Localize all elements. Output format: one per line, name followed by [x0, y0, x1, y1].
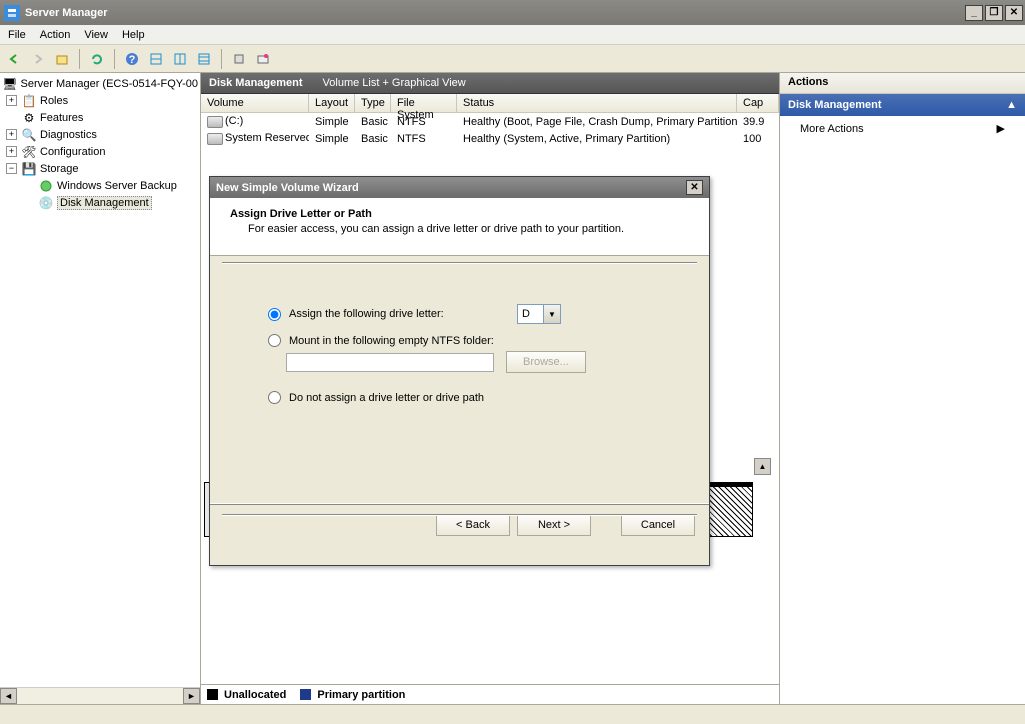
collapse-icon: ▲ — [1006, 99, 1017, 111]
option-assign-letter[interactable]: Assign the following drive letter: D ▼ — [268, 304, 669, 324]
actions-section[interactable]: Disk Management ▲ — [780, 94, 1025, 116]
volume-table-header: Volume Layout Type File System Status Ca… — [201, 94, 779, 113]
menu-help[interactable]: Help — [122, 29, 145, 41]
tree-pane: 🖥 Server Manager (ECS-0514-FQY-00 + 📋 Ro… — [0, 73, 201, 704]
next-button[interactable]: Next > — [517, 514, 591, 536]
mount-folder-input — [286, 353, 494, 372]
tree-roles[interactable]: + 📋 Roles — [2, 92, 198, 109]
wizard-header: Assign Drive Letter or Path For easier a… — [210, 198, 709, 256]
volume-row[interactable]: System Reserved Simple Basic NTFS Health… — [201, 130, 779, 147]
wizard-body: Assign the following drive letter: D ▼ M… — [210, 256, 709, 504]
menu-view[interactable]: View — [84, 29, 108, 41]
legend-primary: Primary partition — [317, 689, 405, 701]
disk-icon: 💿 — [38, 195, 54, 211]
actions-header: Actions — [780, 73, 1025, 94]
col-type[interactable]: Type — [355, 94, 391, 112]
legend: Unallocated Primary partition — [201, 684, 779, 704]
more-actions[interactable]: More Actions ▶ — [780, 116, 1025, 141]
view2-button[interactable] — [170, 49, 190, 69]
tree-diagnostics[interactable]: + 🔍 Diagnostics — [2, 126, 198, 143]
statusbar — [0, 704, 1025, 724]
settings-button[interactable] — [229, 49, 249, 69]
backup-icon — [38, 178, 54, 194]
wizard-footer: < Back Next > Cancel — [210, 504, 709, 544]
tree-features[interactable]: + ⚙ Features — [2, 109, 198, 126]
window-titlebar: Server Manager _ ❐ ✕ — [0, 0, 1025, 25]
tree-disk-management[interactable]: 💿 Disk Management — [2, 194, 198, 211]
forward-button[interactable] — [28, 49, 48, 69]
new-simple-volume-wizard: New Simple Volume Wizard ✕ Assign Drive … — [209, 176, 710, 566]
dm-header: Disk Management Volume List + Graphical … — [201, 73, 779, 94]
col-layout[interactable]: Layout — [309, 94, 355, 112]
back-button[interactable] — [4, 49, 24, 69]
restore-button[interactable]: ❐ — [985, 5, 1003, 21]
legend-primary-swatch — [300, 689, 311, 700]
wizard-close-button[interactable]: ✕ — [686, 180, 703, 195]
col-status[interactable]: Status — [457, 94, 737, 112]
dm-subtitle: Volume List + Graphical View — [323, 77, 466, 89]
scroll-up-button[interactable]: ▲ — [754, 458, 771, 475]
col-filesystem[interactable]: File System — [391, 94, 457, 112]
tree-scrollbar[interactable]: ◄ ► — [0, 687, 200, 704]
volume-row[interactable]: (C:) Simple Basic NTFS Healthy (Boot, Pa… — [201, 113, 779, 130]
toolbar: ? — [0, 45, 1025, 73]
volume-icon — [207, 116, 223, 128]
browse-button: Browse... — [506, 351, 586, 373]
storage-icon: 💾 — [21, 161, 37, 177]
radio-mount-folder[interactable] — [268, 334, 281, 347]
menu-file[interactable]: File — [8, 29, 26, 41]
dropdown-icon[interactable]: ▼ — [543, 305, 560, 323]
actions-pane: Actions Disk Management ▲ More Actions ▶ — [779, 73, 1025, 704]
wizard-heading: Assign Drive Letter or Path — [230, 208, 689, 220]
dm-title: Disk Management — [209, 77, 303, 89]
col-volume[interactable]: Volume — [201, 94, 309, 112]
app-icon — [4, 5, 20, 21]
mount-folder-row: Browse... — [268, 351, 669, 373]
expand-icon[interactable]: + — [6, 95, 17, 106]
radio-assign-letter[interactable] — [268, 308, 281, 321]
scroll-right-button[interactable]: ► — [183, 688, 200, 704]
expand-icon[interactable]: + — [6, 146, 17, 157]
collapse-icon[interactable]: − — [6, 163, 17, 174]
tree-configuration[interactable]: + 🛠 Configuration — [2, 143, 198, 160]
legend-unallocated: Unallocated — [224, 689, 286, 701]
wizard-titlebar[interactable]: New Simple Volume Wizard ✕ — [210, 177, 709, 198]
scroll-left-button[interactable]: ◄ — [0, 688, 17, 704]
option-mount-folder[interactable]: Mount in the following empty NTFS folder… — [268, 334, 669, 347]
refresh-button[interactable] — [87, 49, 107, 69]
expand-icon[interactable]: + — [6, 129, 17, 140]
roles-icon: 📋 — [21, 93, 37, 109]
wizard-title: New Simple Volume Wizard — [216, 182, 359, 194]
view3-button[interactable] — [194, 49, 214, 69]
minimize-button[interactable]: _ — [965, 5, 983, 21]
back-button[interactable]: < Back — [436, 514, 510, 536]
tree-storage[interactable]: − 💾 Storage — [2, 160, 198, 177]
volume-icon — [207, 133, 223, 145]
close-button[interactable]: ✕ — [1005, 5, 1023, 21]
properties-button[interactable] — [253, 49, 273, 69]
features-icon: ⚙ — [21, 110, 37, 126]
tree-windows-server-backup[interactable]: Windows Server Backup — [2, 177, 198, 194]
tree-root[interactable]: 🖥 Server Manager (ECS-0514-FQY-00 — [2, 75, 198, 92]
help-button[interactable]: ? — [122, 49, 142, 69]
drive-letter-select[interactable]: D ▼ — [517, 304, 561, 324]
legend-unallocated-swatch — [207, 689, 218, 700]
radio-no-assign[interactable] — [268, 391, 281, 404]
option-no-assign[interactable]: Do not assign a drive letter or drive pa… — [268, 391, 669, 404]
volume-table: Volume Layout Type File System Status Ca… — [201, 94, 779, 147]
menu-action[interactable]: Action — [40, 29, 71, 41]
chevron-right-icon: ▶ — [997, 122, 1005, 135]
menubar: File Action View Help — [0, 25, 1025, 45]
col-capacity[interactable]: Cap — [737, 94, 779, 112]
diagnostics-icon: 🔍 — [21, 127, 37, 143]
window-title: Server Manager — [25, 7, 965, 19]
cancel-button[interactable]: Cancel — [621, 514, 695, 536]
svg-text:?: ? — [129, 54, 136, 66]
up-button[interactable] — [52, 49, 72, 69]
wizard-description: For easier access, you can assign a driv… — [248, 223, 689, 235]
server-icon: 🖥 — [2, 76, 17, 92]
view1-button[interactable] — [146, 49, 166, 69]
configuration-icon: 🛠 — [21, 144, 37, 160]
